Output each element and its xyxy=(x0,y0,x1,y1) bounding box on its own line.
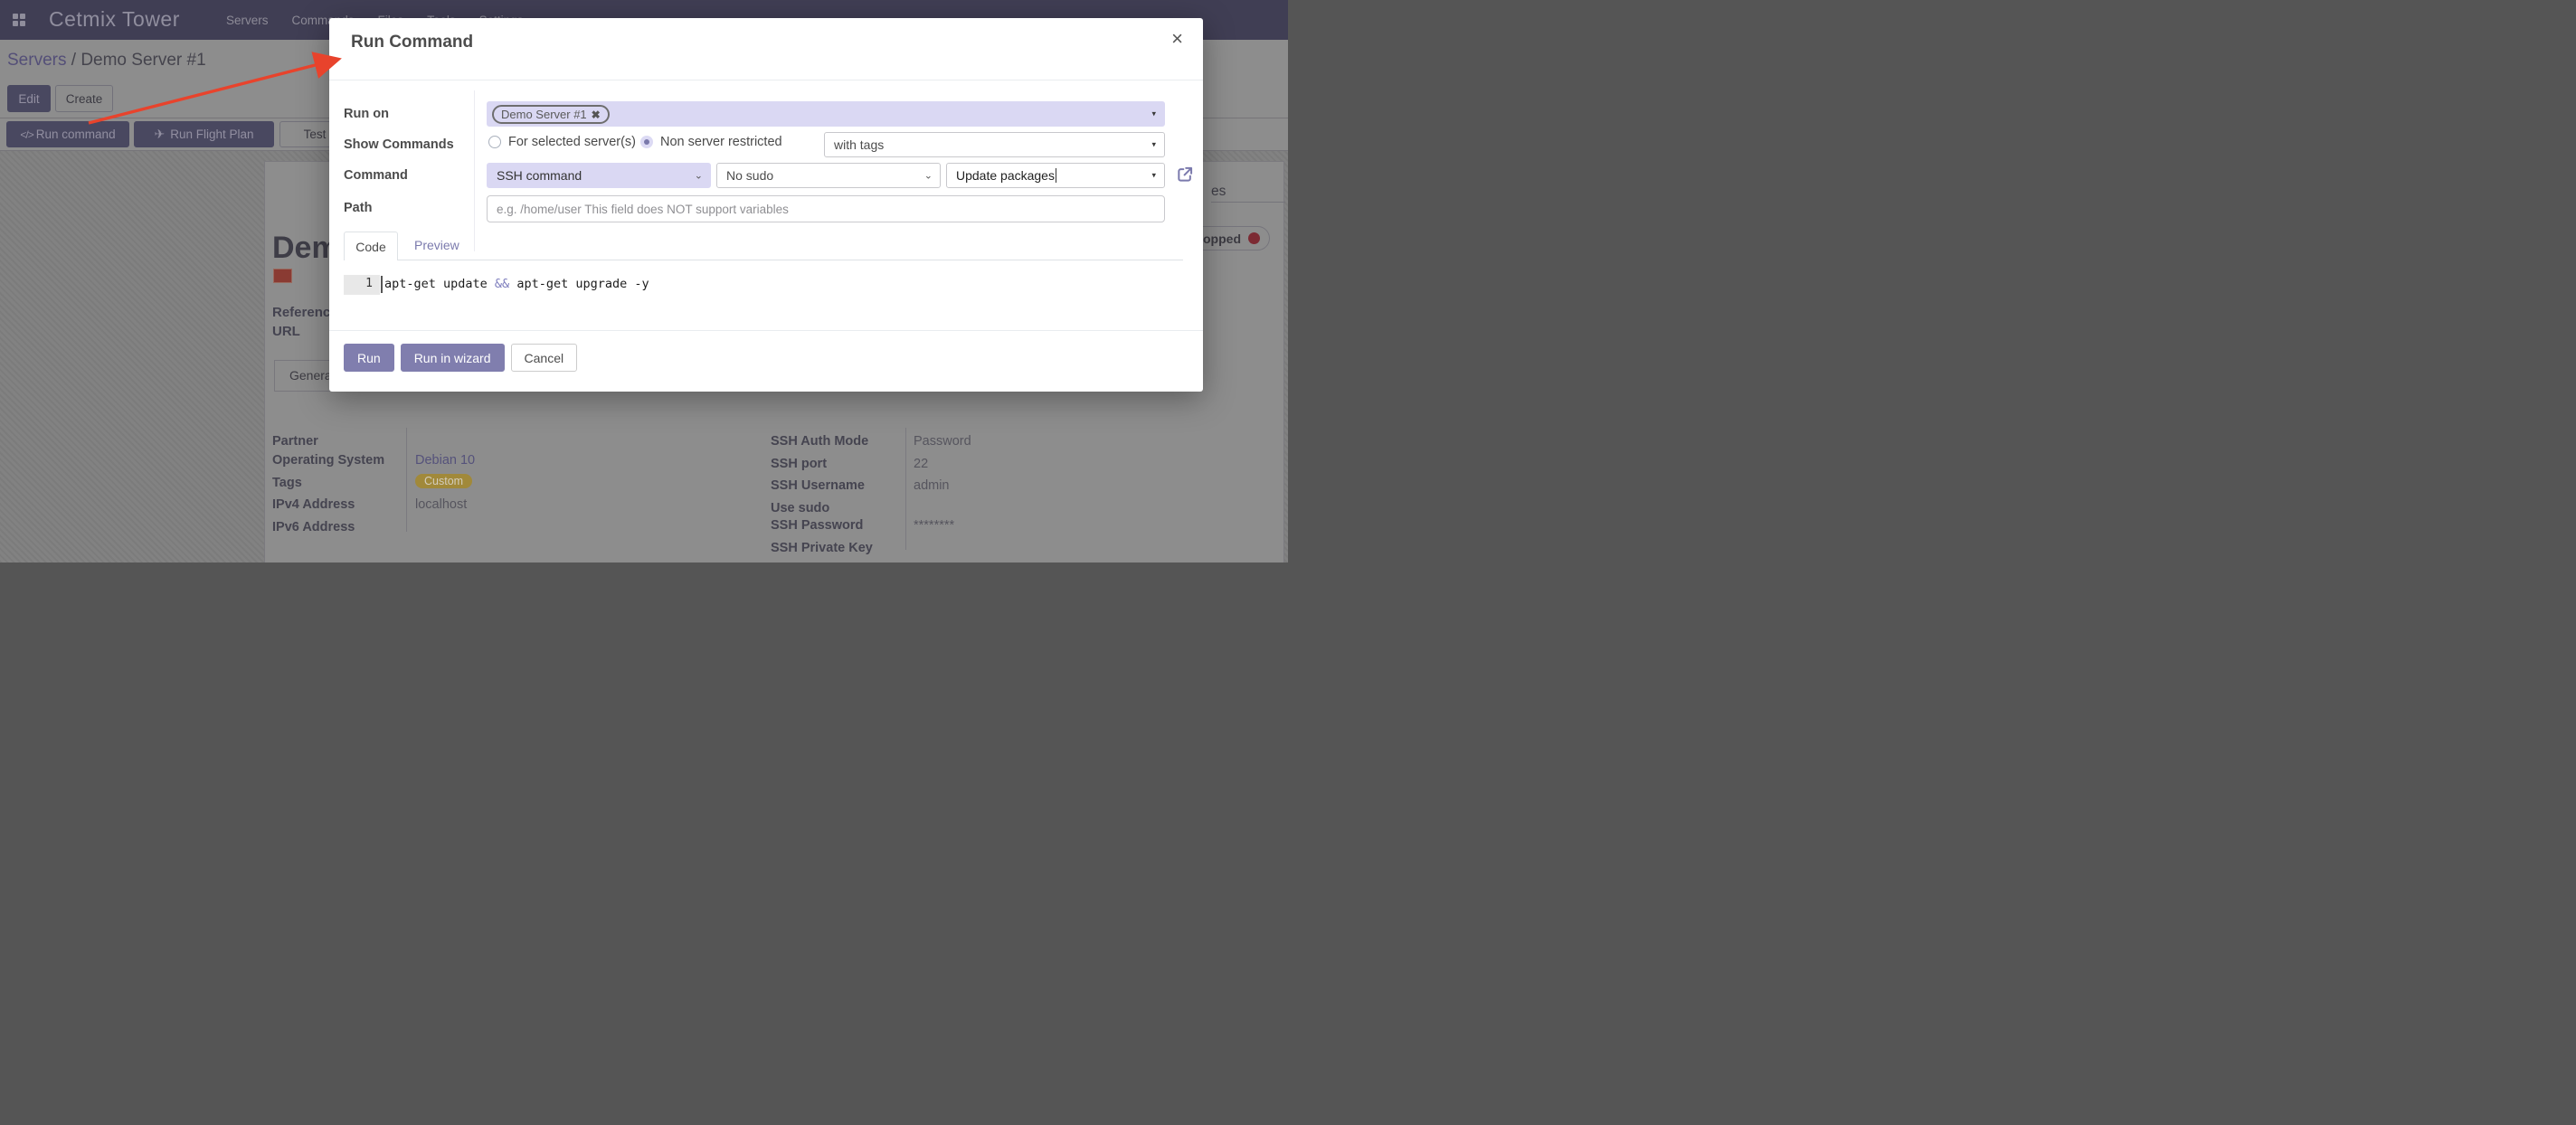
server-color-swatch[interactable] xyxy=(273,269,292,283)
ssh-auth-mode-value: Password xyxy=(914,434,971,449)
chevron-down-icon: ⌄ xyxy=(695,170,703,182)
remove-tag-icon[interactable]: ✖ xyxy=(592,109,601,121)
show-commands-label: Show Commands xyxy=(344,137,470,152)
breadcrumb-servers-link[interactable]: Servers xyxy=(7,51,66,70)
with-tags-select[interactable]: with tags ▾ xyxy=(824,132,1165,157)
app-screen: Cetmix Tower Servers Commands Files Tool… xyxy=(0,0,1288,562)
edit-button[interactable]: Edit xyxy=(7,85,51,112)
reference-label: Reference xyxy=(272,305,338,320)
breadcrumb-separator: / xyxy=(66,51,80,70)
radio-non-restricted[interactable] xyxy=(640,136,653,148)
menu-item-servers[interactable]: Servers xyxy=(226,14,269,27)
ssh-password-value: ******** xyxy=(914,518,954,533)
os-label: Operating System xyxy=(272,453,384,468)
run-button[interactable]: Run xyxy=(344,344,394,372)
run-on-server-tag: Demo Server #1 ✖ xyxy=(492,105,610,124)
breadcrumb-current: Demo Server #1 xyxy=(80,51,205,70)
os-value[interactable]: Debian 10 xyxy=(415,453,475,468)
ssh-auth-mode-label: SSH Auth Mode xyxy=(771,434,868,449)
label-column-divider xyxy=(474,90,475,251)
run-on-label: Run on xyxy=(344,107,470,121)
app-brand[interactable]: Cetmix Tower xyxy=(49,7,180,32)
ipv4-label: IPv4 Address xyxy=(272,497,355,512)
column-divider xyxy=(905,428,906,550)
ssh-password-label: SSH Password xyxy=(771,518,863,533)
url-label: URL xyxy=(272,324,300,339)
ssh-private-key-label: SSH Private Key xyxy=(771,541,873,555)
run-on-field[interactable]: Demo Server #1 ✖ ▾ xyxy=(487,101,1165,127)
create-button[interactable]: Create xyxy=(55,85,113,112)
breadcrumb: Servers / Demo Server #1 xyxy=(7,51,206,71)
code-line-number: 1 xyxy=(344,275,380,295)
path-input[interactable] xyxy=(487,195,1165,222)
plane-icon: ✈ xyxy=(154,127,165,142)
chevron-down-icon: ▾ xyxy=(1151,109,1156,119)
run-flight-plan-button[interactable]: ✈ Run Flight Plan xyxy=(134,121,274,147)
code-icon: </> xyxy=(20,128,33,141)
tag-custom[interactable]: Custom xyxy=(415,474,472,488)
radio-non-restricted-label[interactable]: Non server restricted xyxy=(660,135,782,149)
external-link-icon[interactable] xyxy=(1176,165,1194,184)
smart-button-partial[interactable]: es xyxy=(1211,184,1285,203)
editor-cursor xyxy=(381,276,383,293)
run-command-button[interactable]: </> Run command xyxy=(6,121,129,147)
run-in-wizard-button[interactable]: Run in wizard xyxy=(401,344,505,372)
ssh-port-label: SSH port xyxy=(771,457,827,471)
ssh-username-label: SSH Username xyxy=(771,478,865,493)
text-cursor xyxy=(1056,168,1057,183)
chevron-down-icon: ▾ xyxy=(1151,140,1156,150)
tab-preview[interactable]: Preview xyxy=(414,238,459,252)
column-divider xyxy=(406,428,407,532)
radio-selected-servers[interactable] xyxy=(488,136,501,148)
command-type-select[interactable]: SSH command ⌄ xyxy=(487,163,711,188)
tags-label: Tags xyxy=(272,476,302,490)
status-dot-icon xyxy=(1248,232,1260,244)
ipv6-label: IPv6 Address xyxy=(272,520,355,534)
radio-selected-servers-label[interactable]: For selected server(s) xyxy=(508,135,636,149)
path-label: Path xyxy=(344,201,470,215)
ipv4-value: localhost xyxy=(415,497,467,512)
use-sudo-label: Use sudo xyxy=(771,501,829,515)
command-name-input[interactable]: Update packages ▾ xyxy=(946,163,1165,188)
close-icon[interactable]: × xyxy=(1171,29,1183,49)
run-command-modal: Run Command × Run on Demo Server #1 ✖ ▾ … xyxy=(329,18,1203,392)
command-label: Command xyxy=(344,168,470,183)
sudo-mode-select[interactable]: No sudo ⌄ xyxy=(716,163,941,188)
code-editor-line[interactable]: apt-get update && apt-get upgrade -y xyxy=(384,277,649,291)
modal-footer: Run Run in wizard Cancel xyxy=(344,344,577,372)
chevron-down-icon: ⌄ xyxy=(924,170,933,182)
ssh-port-value: 22 xyxy=(914,457,928,471)
modal-title: Run Command xyxy=(351,33,473,52)
cancel-button[interactable]: Cancel xyxy=(511,344,578,372)
chevron-down-icon: ▾ xyxy=(1151,171,1156,181)
modal-footer-divider xyxy=(329,330,1203,331)
partner-label: Partner xyxy=(272,434,318,449)
ssh-username-value: admin xyxy=(914,478,950,493)
apps-grid-icon[interactable] xyxy=(13,14,26,27)
tab-code[interactable]: Code xyxy=(344,232,398,260)
